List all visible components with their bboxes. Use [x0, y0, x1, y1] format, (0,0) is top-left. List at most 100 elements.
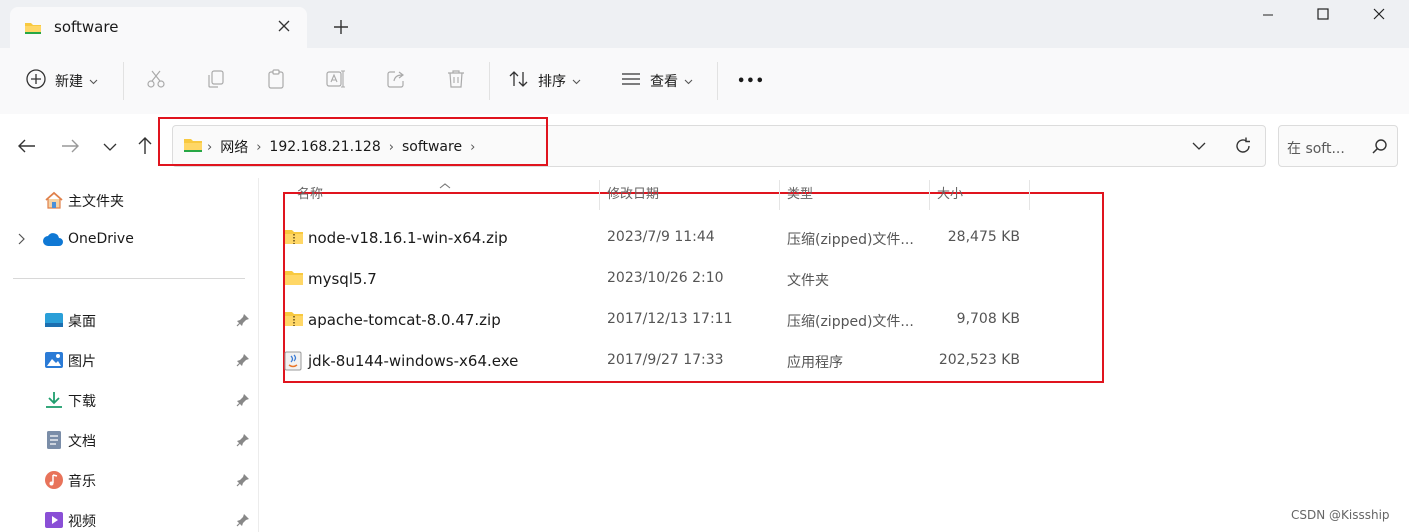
file-row[interactable]: apache-tomcat-8.0.47.zip 2017/12/13 17:1…	[282, 300, 1102, 340]
file-row[interactable]: node-v18.16.1-win-x64.zip 2023/7/9 11:44…	[282, 218, 1102, 258]
rename-button[interactable]	[325, 67, 347, 95]
cut-button[interactable]	[145, 67, 167, 95]
column-header-name[interactable]: 名称	[297, 183, 597, 211]
column-header-type[interactable]: 类型	[787, 183, 927, 211]
forward-arrow-icon[interactable]	[58, 134, 82, 158]
sidebar-item-home[interactable]: 主文件夹	[0, 182, 258, 218]
sidebar-item-label: 桌面	[68, 314, 96, 330]
chevron-down-icon	[572, 73, 581, 89]
navigation-pane: 主文件夹 OneDrive 桌面 图片 下载 文档 音乐 视频	[0, 178, 258, 532]
column-divider[interactable]	[599, 180, 600, 210]
sidebar-item-music[interactable]: 音乐	[0, 462, 258, 498]
file-type: 应用程序	[787, 355, 843, 371]
sort-icon	[508, 68, 530, 94]
view-button[interactable]: 查看	[620, 67, 693, 95]
refresh-icon[interactable]	[1233, 136, 1253, 160]
home-icon	[44, 191, 64, 213]
sidebar-item-downloads[interactable]: 下载	[0, 382, 258, 418]
pin-icon[interactable]	[236, 473, 250, 491]
cloud-icon	[42, 232, 64, 252]
new-button[interactable]: 新建	[25, 67, 98, 95]
file-name: jdk-8u144-windows-x64.exe	[308, 352, 519, 370]
toolbar-divider	[717, 62, 718, 100]
file-row[interactable]: mysql5.7 2023/10/26 2:10 文件夹	[282, 259, 1102, 299]
close-tab-icon[interactable]	[274, 16, 294, 36]
column-divider[interactable]	[779, 180, 780, 210]
scissors-icon	[145, 68, 167, 94]
chevron-down-icon	[684, 73, 693, 89]
sidebar-item-desktop[interactable]: 桌面	[0, 302, 258, 338]
minimize-icon[interactable]	[1245, 0, 1291, 30]
new-tab-icon[interactable]	[330, 16, 352, 38]
recent-locations-chevron-icon[interactable]	[98, 134, 122, 158]
title-bar: software	[0, 0, 1409, 48]
sidebar-item-onedrive[interactable]: OneDrive	[0, 222, 258, 258]
pin-icon[interactable]	[236, 393, 250, 411]
pin-icon[interactable]	[236, 433, 250, 451]
tab-software[interactable]: software	[10, 7, 307, 48]
pin-icon[interactable]	[236, 513, 250, 531]
more-options-button[interactable]: •••	[737, 67, 765, 95]
column-divider[interactable]	[929, 180, 930, 210]
sidebar-item-videos[interactable]: 视频	[0, 502, 258, 532]
rename-icon	[325, 68, 347, 94]
share-button[interactable]	[385, 67, 407, 95]
paste-button[interactable]	[265, 67, 287, 95]
column-divider[interactable]	[1029, 180, 1030, 210]
maximize-icon[interactable]	[1300, 0, 1346, 30]
sidebar-item-pictures[interactable]: 图片	[0, 342, 258, 378]
file-date: 2017/9/27 17:33	[607, 352, 724, 368]
sidebar-item-label: OneDrive	[68, 231, 134, 247]
command-bar: 新建 排序 查看 •••	[0, 48, 1409, 114]
pin-icon[interactable]	[236, 313, 250, 331]
desktop-icon	[44, 311, 64, 333]
chevron-down-icon	[89, 73, 98, 89]
share-icon	[385, 68, 407, 94]
folder-icon	[284, 269, 304, 291]
videos-icon	[44, 511, 64, 532]
file-name: mysql5.7	[308, 270, 377, 288]
file-name: apache-tomcat-8.0.47.zip	[308, 311, 501, 329]
search-input[interactable]: 在 soft...	[1278, 125, 1398, 167]
sidebar-item-label: 图片	[68, 354, 96, 370]
music-icon	[44, 470, 64, 494]
column-header-size[interactable]: 大小	[937, 183, 1027, 211]
highlight-box-address	[158, 117, 548, 166]
file-date: 2017/12/13 17:11	[607, 311, 733, 327]
sidebar-item-label: 音乐	[68, 474, 96, 490]
sidebar-item-label: 视频	[68, 514, 96, 530]
search-icon[interactable]	[1371, 138, 1389, 160]
address-history-chevron-icon[interactable]	[1191, 138, 1207, 158]
sidebar-item-label: 文档	[68, 434, 96, 450]
documents-icon	[46, 430, 62, 454]
zip-folder-icon	[284, 228, 304, 250]
search-placeholder: 在 soft...	[1287, 141, 1345, 157]
file-date: 2023/10/26 2:10	[607, 270, 724, 286]
folder-icon	[24, 20, 42, 40]
toolbar-divider	[123, 62, 124, 100]
file-row[interactable]: jdk-8u144-windows-x64.exe 2017/9/27 17:3…	[282, 341, 1102, 381]
file-size: 202,523 KB	[938, 352, 1020, 368]
view-label: 查看	[650, 74, 678, 90]
plus-circle-icon	[25, 68, 47, 94]
copy-button[interactable]	[205, 67, 227, 95]
chevron-right-icon[interactable]	[16, 233, 26, 249]
sort-label: 排序	[538, 74, 566, 90]
sidebar-item-documents[interactable]: 文档	[0, 422, 258, 458]
watermark-text: CSDN @Kissship	[1291, 508, 1390, 522]
pane-divider	[258, 178, 259, 532]
pin-icon[interactable]	[236, 353, 250, 371]
file-size: 28,475 KB	[947, 229, 1020, 245]
up-arrow-icon[interactable]	[133, 134, 157, 158]
toolbar-divider	[489, 62, 490, 100]
exe-icon	[284, 351, 302, 375]
column-header-date[interactable]: 修改日期	[607, 183, 777, 211]
sort-button[interactable]: 排序	[508, 67, 581, 95]
pictures-icon	[44, 351, 64, 373]
back-arrow-icon[interactable]	[15, 134, 39, 158]
sidebar-divider	[13, 278, 245, 279]
trash-icon	[445, 68, 467, 94]
close-window-icon[interactable]	[1356, 0, 1402, 30]
delete-button[interactable]	[445, 67, 467, 95]
file-size: 9,708 KB	[956, 311, 1020, 327]
